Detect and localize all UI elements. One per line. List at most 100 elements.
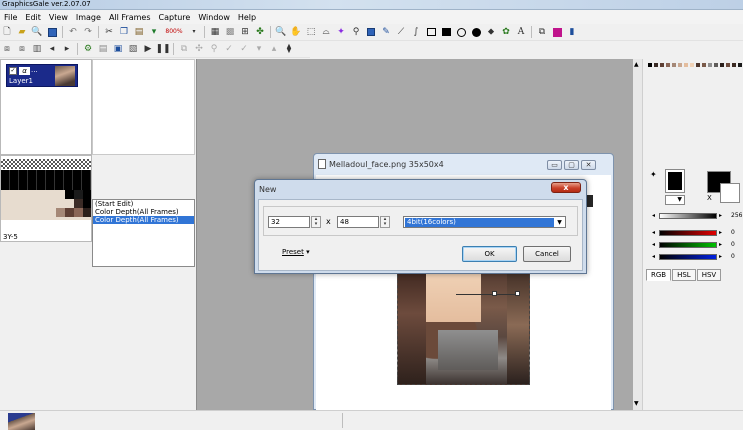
menu-window[interactable]: Window xyxy=(194,11,234,24)
ellipse-fill-icon[interactable] xyxy=(470,26,482,38)
height-input[interactable]: 48 xyxy=(337,216,379,228)
palette-swatch[interactable] xyxy=(732,63,736,67)
pencil-icon[interactable]: ▮ xyxy=(566,26,578,38)
slider-right-arrow[interactable]: ▸ xyxy=(719,241,722,249)
cut-icon[interactable]: ✂ xyxy=(103,26,115,38)
menu-file[interactable]: File xyxy=(0,11,21,24)
slider-left-arrow[interactable]: ◂ xyxy=(652,229,655,237)
save-icon[interactable] xyxy=(46,26,58,38)
frame-color-icon[interactable] xyxy=(551,26,563,38)
ellipse-outline-icon[interactable] xyxy=(455,26,467,38)
width-spinner[interactable]: ▴ ▾ xyxy=(311,216,321,228)
foreground-dropdown[interactable]: ▼ xyxy=(665,195,685,205)
palette-swatch[interactable] xyxy=(708,63,712,67)
frame-zoom-icon[interactable]: ⚲ xyxy=(208,43,220,55)
frame-thumbnail[interactable] xyxy=(8,413,35,430)
palette-swatch[interactable] xyxy=(690,63,694,67)
curve-icon[interactable]: ∫ xyxy=(410,26,422,38)
ok-button[interactable]: OK xyxy=(462,246,517,262)
slider-left-arrow[interactable]: ◂ xyxy=(652,241,655,249)
zoom-level-label[interactable]: 800% xyxy=(163,26,185,38)
palette-swatch[interactable] xyxy=(660,63,664,67)
flood-fill-icon[interactable]: ⬥ xyxy=(485,26,497,38)
close-button[interactable]: ✕ xyxy=(581,160,596,170)
palette-strip[interactable] xyxy=(645,63,743,71)
frame-transform-icon[interactable]: ⧫ xyxy=(283,43,295,55)
play-icon[interactable]: ▶ xyxy=(142,43,154,55)
pixel-art-image[interactable] xyxy=(397,265,530,385)
layer-visible-checkbox[interactable]: ✓ xyxy=(9,67,17,75)
palette-swatch[interactable] xyxy=(720,63,724,67)
palette-swatch[interactable] xyxy=(726,63,730,67)
canvas-vertical-scrollbar[interactable]: ▲ ▼ xyxy=(633,59,643,410)
magnifier-icon[interactable]: 🔍 xyxy=(275,26,287,38)
palette-swatch[interactable] xyxy=(666,63,670,67)
scroll-up-icon[interactable]: ▲ xyxy=(634,62,639,68)
brush-icon[interactable]: ✎ xyxy=(380,26,392,38)
slider-right-arrow[interactable]: ▸ xyxy=(719,212,722,220)
preset-button[interactable]: Preset ▾ xyxy=(282,248,310,256)
slider-right-arrow[interactable]: ▸ xyxy=(719,253,722,261)
menu-capture[interactable]: Capture xyxy=(155,11,195,24)
scroll-down-icon[interactable]: ▼ xyxy=(634,401,639,407)
palette-swatch[interactable] xyxy=(74,190,83,199)
redo-icon[interactable]: ↷ xyxy=(82,26,94,38)
hand-icon[interactable]: ✋ xyxy=(290,26,302,38)
frame-image-icon[interactable]: ▣ xyxy=(112,43,124,55)
rectangle-fill-icon[interactable] xyxy=(440,26,452,38)
pixel-grid-icon[interactable]: ▩ xyxy=(224,26,236,38)
frame-move-icon[interactable]: ⧉ xyxy=(178,43,190,55)
palette-swatch[interactable] xyxy=(56,208,65,217)
rectangle-outline-icon[interactable] xyxy=(425,26,437,38)
gradient-icon[interactable]: ✿ xyxy=(500,26,512,38)
gray-slider-bar[interactable] xyxy=(659,213,717,219)
layer-alpha-icon[interactable]: α xyxy=(19,67,30,75)
magic-wand-icon[interactable]: ✦ xyxy=(335,26,347,38)
zoom-find-icon[interactable]: 🔍 xyxy=(31,26,43,38)
palette-swatch[interactable] xyxy=(696,63,700,67)
menu-view[interactable]: View xyxy=(45,11,72,24)
tab-hsl[interactable]: HSL xyxy=(672,269,696,281)
foreground-color[interactable] xyxy=(665,169,685,193)
palette-swatch[interactable] xyxy=(65,208,74,217)
eyedropper-icon[interactable]: ⚲ xyxy=(350,26,362,38)
layer-item[interactable]: ✓ α ... Layer1 xyxy=(6,64,78,87)
frame-check2-icon[interactable]: ✓ xyxy=(238,43,250,55)
palette-swatch[interactable] xyxy=(74,208,83,217)
pause-icon[interactable]: ❚❚ xyxy=(155,43,170,55)
frame-down-icon[interactable]: ▾ xyxy=(253,43,265,55)
menu-edit[interactable]: Edit xyxy=(21,11,45,24)
chevron-down-icon[interactable]: ▾ xyxy=(188,26,200,38)
line-icon[interactable]: ⟋ xyxy=(395,26,407,38)
palette-swatch[interactable] xyxy=(678,63,682,67)
frame-props-icon[interactable]: ⚙ xyxy=(82,43,94,55)
menu-image[interactable]: Image xyxy=(72,11,105,24)
palette-swatch[interactable] xyxy=(702,63,706,67)
new-file-icon[interactable]: 🗋 xyxy=(1,26,13,38)
slider-left-arrow[interactable]: ◂ xyxy=(652,253,655,261)
next-frame-icon[interactable]: ▸ xyxy=(61,43,73,55)
layer-add-icon[interactable]: ⧈ xyxy=(1,43,13,55)
palette-swatch[interactable] xyxy=(83,190,91,199)
transform-icon[interactable]: ⧉ xyxy=(536,26,548,38)
onion-skin-icon[interactable]: ▤ xyxy=(97,43,109,55)
palette-swatch[interactable] xyxy=(83,208,91,217)
color-pin-icon[interactable]: ✦ xyxy=(650,170,657,179)
green-slider[interactable]: ◂ ▸ 0 xyxy=(652,241,743,249)
minimize-button[interactable]: ▭ xyxy=(547,160,562,170)
slider-left-arrow[interactable]: ◂ xyxy=(652,212,655,220)
history-list[interactable]: (Start Edit) Color Depth(All Frames) Col… xyxy=(92,199,195,267)
grid-icon[interactable]: ▦ xyxy=(209,26,221,38)
prev-frame-icon[interactable]: ◂ xyxy=(46,43,58,55)
menu-help[interactable]: Help xyxy=(234,11,260,24)
color-select-icon[interactable] xyxy=(365,26,377,38)
palette-swatch[interactable] xyxy=(65,190,74,199)
chevron-down-icon[interactable]: ▼ xyxy=(555,218,564,227)
blue-slider-bar[interactable] xyxy=(659,254,717,260)
rect-select-icon[interactable]: ⬚ xyxy=(305,26,317,38)
green-slider-bar[interactable] xyxy=(659,242,717,248)
frame-copy-icon[interactable]: ✣ xyxy=(193,43,205,55)
cancel-button[interactable]: Cancel xyxy=(523,246,571,262)
history-item-selected[interactable]: Color Depth(All Frames) xyxy=(93,216,194,224)
blue-slider[interactable]: ◂ ▸ 0 xyxy=(652,253,743,261)
